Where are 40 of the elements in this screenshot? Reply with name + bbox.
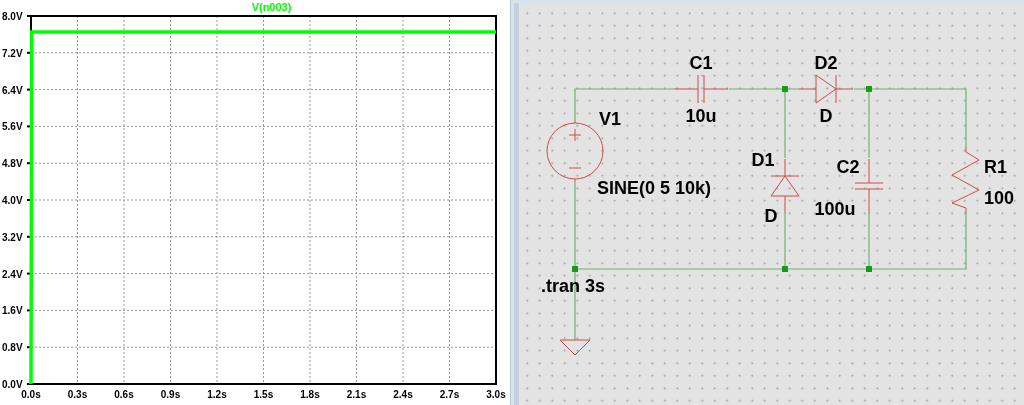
y-tick-label: 1.6V	[2, 305, 23, 317]
ground-symbol[interactable]	[559, 339, 591, 356]
capacitor-symbol[interactable]	[673, 74, 729, 104]
y-tick-label: 0.0V	[2, 379, 23, 390]
simulation-directive: .tran 3s	[541, 276, 606, 296]
y-tick-label: 7.2V	[2, 47, 23, 59]
y-tick-label: 2.4V	[2, 268, 23, 280]
y-tick-label: 4.0V	[2, 195, 23, 206]
x-tick-label: 2.1s	[346, 389, 367, 400]
x-tick-label: 0.6s	[114, 389, 134, 400]
component-value: D	[764, 206, 778, 226]
y-tick-label: 5.6V	[2, 121, 23, 133]
y-tick-label: 3.2V	[2, 231, 23, 243]
y-tick-label: 4.8V	[2, 158, 23, 170]
resistor-symbol[interactable]	[951, 146, 980, 214]
y-tick-label: 0.8V	[2, 342, 23, 354]
component-name: C1	[689, 53, 713, 73]
component-name: V1	[599, 109, 622, 129]
x-tick-label: 3.0s	[486, 389, 506, 400]
diode-symbol[interactable]	[798, 74, 854, 104]
x-tick-label: 0.0s	[21, 389, 41, 400]
component-value: 100u	[814, 199, 856, 219]
component-name: C2	[836, 157, 860, 177]
trace-title: V(n003)	[251, 1, 292, 13]
x-tick-label: 1.2s	[207, 389, 227, 400]
x-tick-label: 2.7s	[439, 389, 460, 400]
component-name: D2	[814, 53, 838, 73]
component-value: 100	[984, 188, 1015, 208]
x-tick-label: 2.4s	[393, 389, 413, 400]
x-tick-label: 0.9s	[160, 389, 181, 400]
y-tick-label: 6.4V	[2, 84, 23, 96]
component-name: R1	[984, 157, 1007, 177]
y-tick-label: 8.0V	[2, 11, 23, 22]
component-value: 10u	[685, 106, 717, 126]
x-tick-label: 0.3s	[67, 389, 88, 400]
component-name: D1	[751, 150, 775, 170]
component-value: D	[819, 106, 833, 126]
x-tick-label: 1.8s	[300, 389, 320, 400]
x-tick-label: 1.5s	[253, 389, 274, 400]
component-value: SINE(0 5 10k)	[597, 178, 712, 198]
